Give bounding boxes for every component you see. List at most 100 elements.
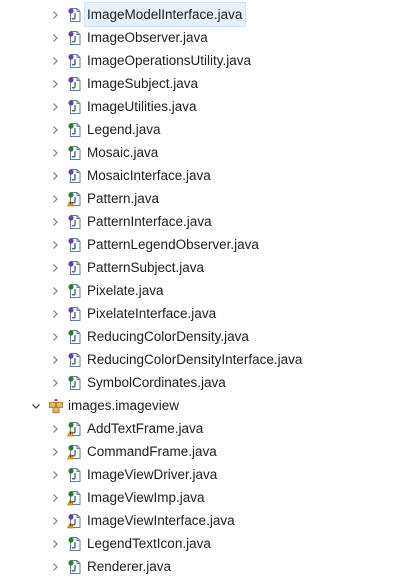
tree-item-image-operations-utility[interactable]: ImageOperationsUtility.java: [0, 49, 406, 72]
tree-item-label: PixelateInterface.java: [87, 306, 217, 321]
tree-item-image-view-imp[interactable]: ImageViewImp.java: [0, 486, 406, 509]
java-file-icon: [67, 375, 83, 391]
tree-item-image-subject[interactable]: ImageSubject.java: [0, 72, 406, 95]
java-file-icon: [67, 122, 83, 138]
java-file-icon: [67, 99, 83, 115]
tree-item-pattern-interface[interactable]: PatternInterface.java: [0, 210, 406, 233]
tree-item-legend[interactable]: Legend.java: [0, 118, 406, 141]
tree-item-label: ImageViewInterface.java: [87, 513, 235, 528]
java-file-icon: [67, 352, 83, 368]
java-file-icon: [66, 490, 83, 506]
chevron-right-icon[interactable]: [49, 3, 61, 26]
tree-item-mosaic[interactable]: Mosaic.java: [0, 141, 406, 164]
java-file-icon: [67, 53, 83, 69]
chevron-right-icon[interactable]: [49, 348, 61, 371]
tree-item-pattern-legend-observer[interactable]: PatternLegendObserver.java: [0, 233, 406, 256]
tree-item-label: AddTextFrame.java: [87, 421, 204, 436]
tree-item-reducing-color-density-interface[interactable]: ReducingColorDensityInterface.java: [0, 348, 406, 371]
tree-item-label: PatternInterface.java: [87, 214, 212, 229]
tree-item-label: PatternSubject.java: [87, 260, 205, 275]
java-file-icon: [67, 7, 83, 23]
chevron-right-icon[interactable]: [49, 532, 61, 555]
java-file-icon: [67, 30, 83, 46]
chevron-right-icon[interactable]: [49, 302, 61, 325]
java-file-icon: [67, 559, 83, 575]
chevron-right-icon[interactable]: [49, 509, 61, 532]
java-file-icon: [67, 237, 83, 253]
chevron-right-icon[interactable]: [49, 486, 61, 509]
tree-item-image-model-interface[interactable]: ImageModelInterface.java: [0, 2, 406, 27]
chevron-right-icon[interactable]: [49, 72, 61, 95]
tree-item-pattern-subject[interactable]: PatternSubject.java: [0, 256, 406, 279]
tree-item-label: ReducingColorDensityInterface.java: [87, 352, 303, 367]
java-file-icon: [66, 421, 83, 437]
tree-package-images-imageview[interactable]: images.imageview: [0, 394, 406, 417]
chevron-down-icon[interactable]: [30, 394, 42, 417]
chevron-right-icon[interactable]: [49, 95, 61, 118]
java-file-icon: [67, 329, 83, 345]
tree-item-image-utilities[interactable]: ImageUtilities.java: [0, 95, 406, 118]
tree-item-label: ImageSubject.java: [87, 76, 199, 91]
tree-item-label: MosaicInterface.java: [87, 168, 211, 183]
java-file-icon: [67, 536, 83, 552]
tree-item-label: Mosaic.java: [87, 145, 159, 160]
project-explorer-tree: ImageModelInterface.java ImageObserver.ja…: [0, 2, 406, 578]
chevron-right-icon[interactable]: [49, 118, 61, 141]
chevron-right-icon[interactable]: [49, 279, 61, 302]
tree-item-label: Legend.java: [87, 122, 161, 137]
java-file-icon: [67, 145, 83, 161]
chevron-right-icon[interactable]: [49, 233, 61, 256]
chevron-right-icon[interactable]: [49, 26, 61, 49]
tree-item-image-view-driver[interactable]: ImageViewDriver.java: [0, 463, 406, 486]
tree-item-label: ImageUtilities.java: [87, 99, 197, 114]
chevron-right-icon[interactable]: [49, 210, 61, 233]
tree-item-label: ReducingColorDensity.java: [87, 329, 249, 344]
tree-item-renderer[interactable]: Renderer.java: [0, 555, 406, 578]
tree-item-image-view-interface[interactable]: ImageViewInterface.java: [0, 509, 406, 532]
package-icon: [48, 398, 64, 414]
tree-item-label: Pattern.java: [87, 191, 160, 206]
java-file-icon: [67, 214, 83, 230]
chevron-right-icon[interactable]: [49, 141, 61, 164]
tree-item-image-observer[interactable]: ImageObserver.java: [0, 26, 406, 49]
chevron-right-icon[interactable]: [49, 49, 61, 72]
tree-item-label: Renderer.java: [87, 559, 172, 574]
tree-item-label: SymbolCordinates.java: [87, 375, 226, 390]
tree-item-label: CommandFrame.java: [87, 444, 217, 459]
tree-item-label: PatternLegendObserver.java: [87, 237, 259, 252]
tree-item-pixelate[interactable]: Pixelate.java: [0, 279, 406, 302]
chevron-right-icon[interactable]: [49, 371, 61, 394]
tree-item-symbol-cordinates[interactable]: SymbolCordinates.java: [0, 371, 406, 394]
tree-item-reducing-color-density[interactable]: ReducingColorDensity.java: [0, 325, 406, 348]
java-file-icon: [67, 467, 83, 483]
java-file-icon: [66, 513, 83, 529]
chevron-right-icon[interactable]: [49, 555, 61, 578]
tree-item-pixelate-interface[interactable]: PixelateInterface.java: [0, 302, 406, 325]
chevron-right-icon[interactable]: [49, 463, 61, 486]
tree-item-command-frame[interactable]: CommandFrame.java: [0, 440, 406, 463]
chevron-right-icon[interactable]: [49, 440, 61, 463]
java-file-icon: [67, 76, 83, 92]
java-file-icon: [67, 168, 83, 184]
java-file-icon: [67, 306, 83, 322]
tree-item-mosaic-interface[interactable]: MosaicInterface.java: [0, 164, 406, 187]
tree-item-label: ImageViewDriver.java: [87, 467, 218, 482]
package-label: images.imageview: [68, 398, 180, 413]
tree-item-label: ImageOperationsUtility.java: [87, 53, 252, 68]
java-file-icon: [66, 191, 83, 207]
tree-item-label: Pixelate.java: [87, 283, 164, 298]
tree-item-add-text-frame[interactable]: AddTextFrame.java: [0, 417, 406, 440]
java-file-icon: [67, 260, 83, 276]
chevron-right-icon[interactable]: [49, 164, 61, 187]
tree-item-label: ImageModelInterface.java: [83, 2, 247, 27]
chevron-right-icon[interactable]: [49, 417, 61, 440]
chevron-right-icon[interactable]: [49, 256, 61, 279]
tree-item-label: LegendTextIcon.java: [87, 536, 211, 551]
chevron-right-icon[interactable]: [49, 325, 61, 348]
tree-item-pattern[interactable]: Pattern.java: [0, 187, 406, 210]
chevron-right-icon[interactable]: [49, 187, 61, 210]
tree-item-label: ImageObserver.java: [87, 30, 208, 45]
java-file-icon: [66, 444, 83, 460]
tree-item-legend-text-icon[interactable]: LegendTextIcon.java: [0, 532, 406, 555]
tree-item-label: ImageViewImp.java: [87, 490, 205, 505]
